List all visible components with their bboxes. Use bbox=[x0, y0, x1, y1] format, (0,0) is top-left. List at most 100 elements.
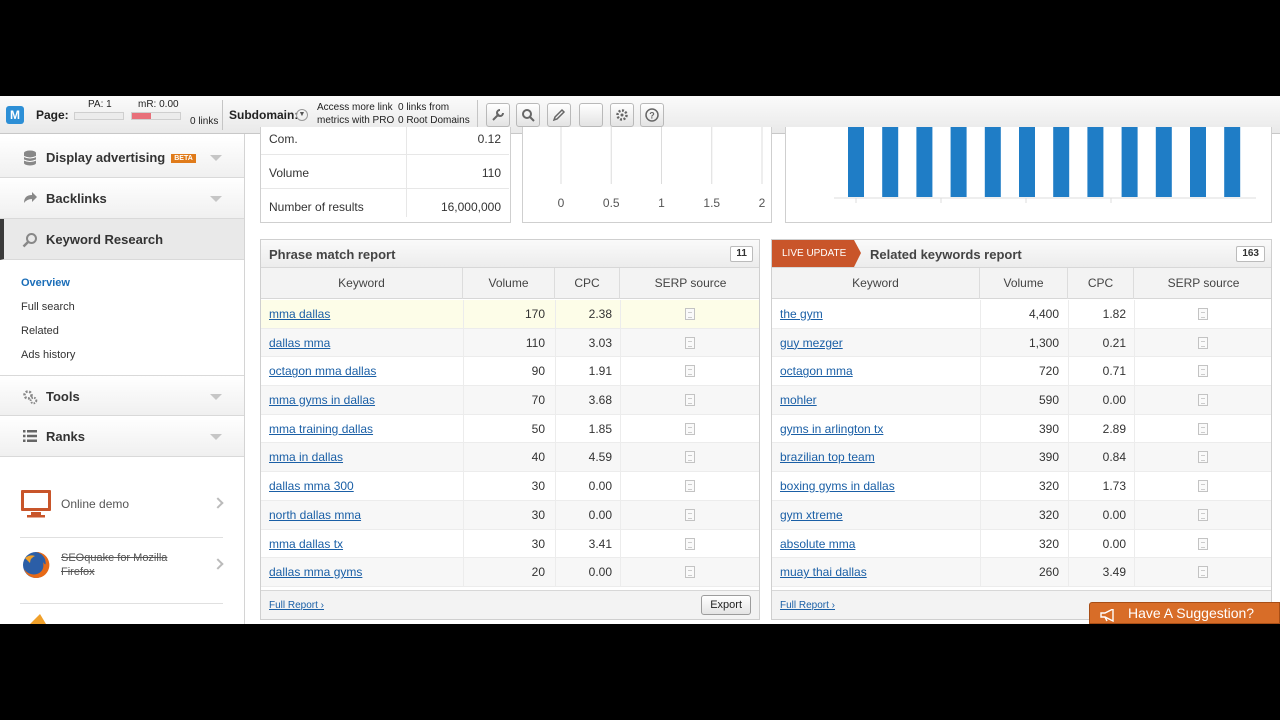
column-serp-source[interactable]: SERP source bbox=[620, 268, 761, 299]
pro-line-1[interactable]: Access more link bbox=[317, 102, 393, 113]
table-row: octagon mma 720 0.71 bbox=[772, 357, 1271, 387]
serp-document-icon[interactable] bbox=[1198, 537, 1208, 550]
table-row: mma training dallas 50 1.85 bbox=[261, 414, 759, 444]
volume-cell: 1,300 bbox=[1028, 335, 1059, 350]
table-header: Keyword Volume CPC SERP source bbox=[261, 268, 759, 299]
promo-label: Online demo bbox=[61, 497, 130, 511]
column-keyword[interactable]: Keyword bbox=[261, 268, 463, 299]
volume-cell: 390 bbox=[1038, 450, 1059, 465]
report-footer: Full Report › Export bbox=[261, 590, 759, 619]
report-count-badge: 11 bbox=[730, 246, 753, 262]
keyword-link[interactable]: mma in dallas bbox=[269, 443, 343, 471]
gear-icon[interactable] bbox=[610, 103, 634, 127]
cpc-cell: 0.00 bbox=[588, 507, 612, 522]
trend-bar bbox=[1190, 127, 1206, 197]
keyword-link[interactable]: brazilian top team bbox=[780, 443, 875, 471]
sidebar: Display advertising BETA Backlinks Keywor… bbox=[0, 134, 245, 624]
subnav-related[interactable]: Related bbox=[21, 325, 59, 337]
serp-document-icon[interactable] bbox=[685, 566, 695, 579]
subnav-full-search[interactable]: Full search bbox=[21, 301, 75, 313]
keyword-link[interactable]: mohler bbox=[780, 386, 817, 414]
keyword-link[interactable]: dallas mma 300 bbox=[269, 472, 354, 500]
keyword-link[interactable]: octagon mma dallas bbox=[269, 357, 376, 385]
serp-document-icon[interactable] bbox=[685, 336, 695, 349]
keyword-link[interactable]: absolute mma bbox=[780, 530, 855, 558]
serp-document-icon[interactable] bbox=[685, 480, 695, 493]
keyword-link[interactable]: dallas mma gyms bbox=[269, 558, 362, 586]
sidebar-item-keyword-research[interactable]: Keyword Research bbox=[0, 219, 244, 260]
x-tick-label: 0 bbox=[558, 196, 565, 210]
column-volume[interactable]: Volume bbox=[980, 268, 1068, 299]
keyword-link[interactable]: gym xtreme bbox=[780, 501, 843, 529]
keyword-link[interactable]: mma gyms in dallas bbox=[269, 386, 375, 414]
online-demo-link[interactable]: Online demo bbox=[0, 477, 244, 532]
table-body: the gym 4,400 1.82 guy mezger 1,300 0.21 octag… bbox=[772, 300, 1271, 587]
keyword-link[interactable]: dallas mma bbox=[269, 329, 330, 357]
cpc-cell: 0.71 bbox=[1102, 364, 1126, 379]
keyword-link[interactable]: mma dallas tx bbox=[269, 530, 343, 558]
column-serp-source[interactable]: SERP source bbox=[1134, 268, 1273, 299]
promo-label-line-1: SEOquake for Mozilla bbox=[61, 552, 168, 564]
suggestion-button[interactable]: Have A Suggestion? bbox=[1089, 602, 1280, 624]
serp-document-icon[interactable] bbox=[685, 508, 695, 521]
moz-logo-icon[interactable]: M bbox=[6, 106, 24, 124]
keyword-link[interactable]: muay thai dallas bbox=[780, 558, 867, 586]
serp-document-icon[interactable] bbox=[1198, 308, 1208, 320]
subnav-ads-history[interactable]: Ads history bbox=[21, 349, 75, 361]
help-icon[interactable]: ? bbox=[640, 103, 664, 127]
blank-icon[interactable] bbox=[579, 103, 603, 127]
serp-document-icon[interactable] bbox=[685, 394, 695, 407]
subdomain-dropdown-icon[interactable]: ▼ bbox=[296, 109, 308, 121]
serp-document-icon[interactable] bbox=[1198, 365, 1208, 378]
serp-document-icon[interactable] bbox=[1198, 508, 1208, 521]
keyword-link[interactable]: guy mezger bbox=[780, 329, 843, 357]
magnifier-icon[interactable] bbox=[516, 103, 540, 127]
serp-document-icon[interactable] bbox=[1198, 566, 1208, 579]
cpc-cell: 0.00 bbox=[1102, 536, 1126, 551]
serp-document-icon[interactable] bbox=[1198, 451, 1208, 464]
summary-row-competition: Com. 0.12 bbox=[261, 121, 509, 155]
report-count-badge: 163 bbox=[1236, 246, 1265, 262]
volume-cell: 50 bbox=[531, 421, 545, 436]
serp-document-icon[interactable] bbox=[1198, 422, 1208, 435]
report-title: Related keywords report bbox=[870, 247, 1022, 262]
serp-document-icon[interactable] bbox=[685, 537, 695, 550]
column-volume[interactable]: Volume bbox=[463, 268, 555, 299]
full-report-link[interactable]: Full Report › bbox=[269, 600, 324, 611]
table-row: octagon mma dallas 90 1.91 bbox=[261, 357, 759, 387]
full-report-link[interactable]: Full Report › bbox=[780, 600, 835, 611]
export-button[interactable]: Export bbox=[701, 595, 751, 615]
sidebar-item-tools[interactable]: Tools bbox=[0, 375, 244, 416]
cpc-cell: 1.85 bbox=[588, 421, 612, 436]
trend-bar bbox=[848, 127, 864, 197]
sidebar-item-ranks[interactable]: Ranks bbox=[0, 416, 244, 457]
serp-document-icon[interactable] bbox=[685, 422, 695, 435]
sidebar-item-label: Keyword Research bbox=[46, 232, 164, 247]
keyword-link[interactable]: mma dallas bbox=[269, 300, 330, 328]
serp-document-icon[interactable] bbox=[1198, 336, 1208, 349]
volume-cell: 260 bbox=[1038, 565, 1059, 580]
column-cpc[interactable]: CPC bbox=[1068, 268, 1134, 299]
serp-document-icon[interactable] bbox=[685, 451, 695, 464]
serp-document-icon[interactable] bbox=[1198, 394, 1208, 407]
column-keyword[interactable]: Keyword bbox=[772, 268, 980, 299]
keyword-link[interactable]: north dallas mma bbox=[269, 501, 361, 529]
serp-document-icon[interactable] bbox=[685, 308, 695, 320]
column-cpc[interactable]: CPC bbox=[555, 268, 620, 299]
pencil-icon[interactable] bbox=[547, 103, 571, 127]
sidebar-item-display-advertising[interactable]: Display advertising BETA bbox=[0, 137, 244, 178]
keyword-link[interactable]: octagon mma bbox=[780, 357, 853, 385]
keyword-link[interactable]: mma training dallas bbox=[269, 415, 373, 443]
keyword-link[interactable]: the gym bbox=[780, 300, 823, 328]
serp-document-icon[interactable] bbox=[1198, 480, 1208, 493]
subnav-overview[interactable]: Overview bbox=[21, 277, 70, 289]
keyword-link[interactable]: gyms in arlington tx bbox=[780, 415, 883, 443]
trend-bar bbox=[882, 127, 899, 197]
phrase-match-report: Phrase match report 11 Keyword Volume CP… bbox=[260, 239, 760, 620]
serp-document-icon[interactable] bbox=[685, 365, 695, 378]
keyword-link[interactable]: boxing gyms in dallas bbox=[780, 472, 895, 500]
megaphone-icon bbox=[1100, 607, 1118, 623]
sidebar-item-backlinks[interactable]: Backlinks bbox=[0, 178, 244, 219]
seoquake-firefox-link[interactable]: SEOquake for Mozilla Firefox bbox=[0, 538, 244, 593]
database-icon bbox=[22, 150, 38, 166]
